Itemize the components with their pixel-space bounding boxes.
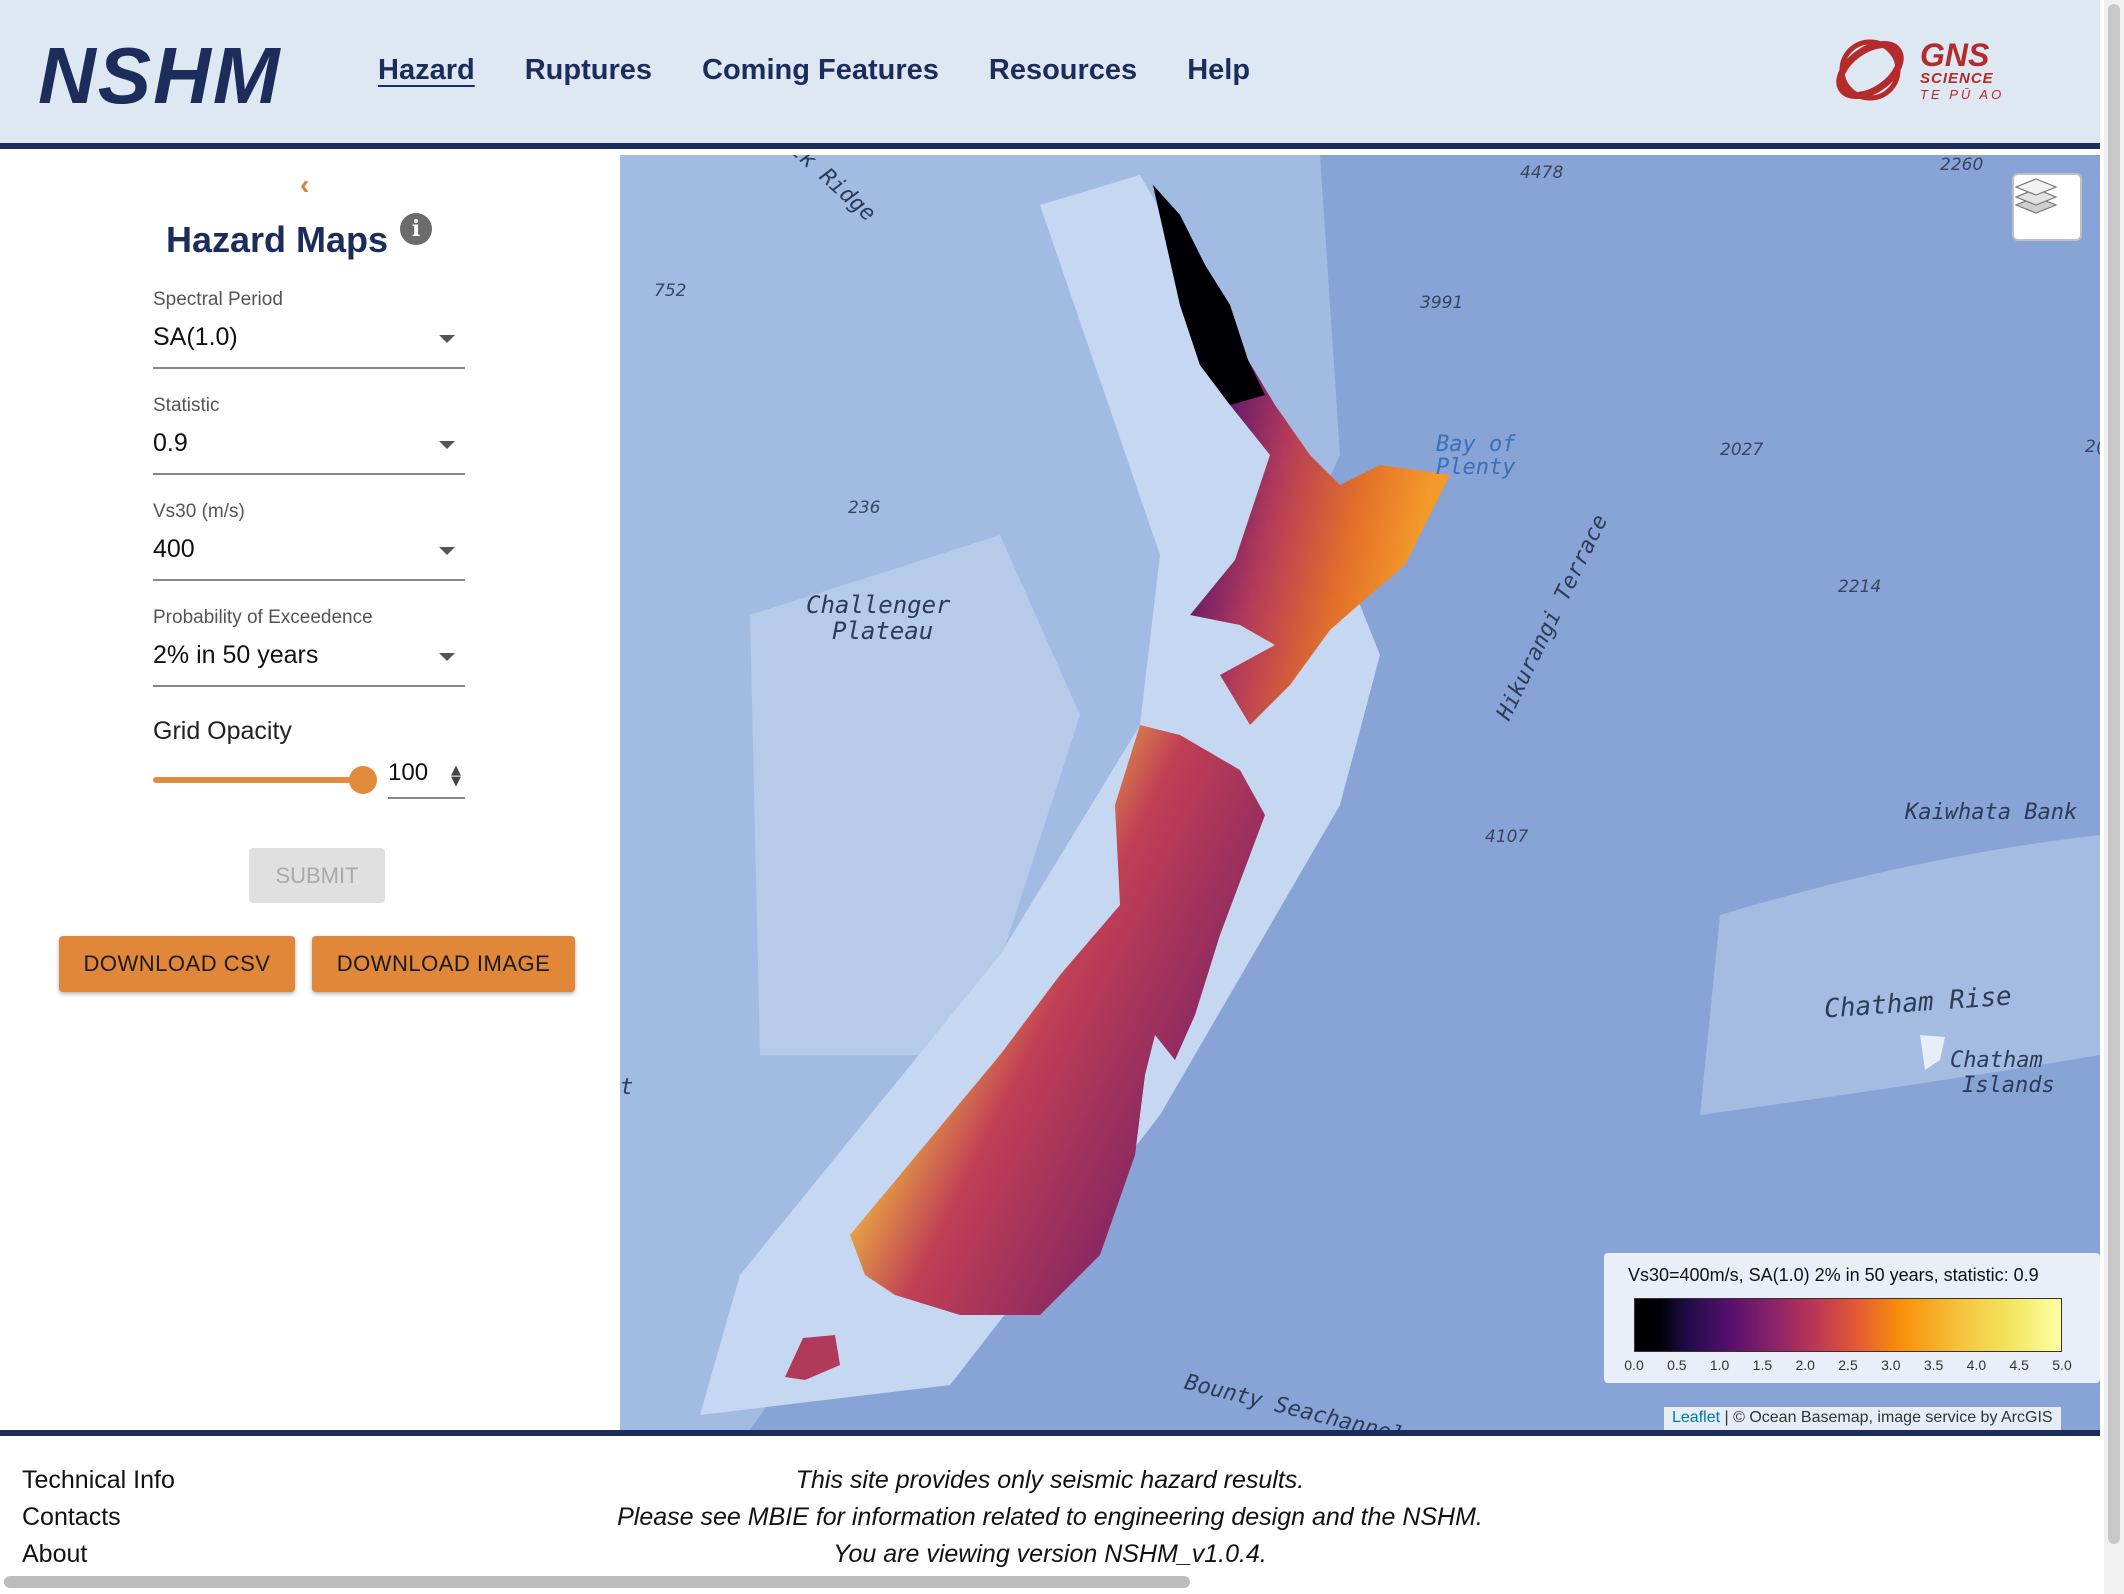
gns-text: GNS <box>1920 37 1990 73</box>
layers-icon <box>2014 178 2058 214</box>
footer: Technical Info Contacts About This site … <box>0 1430 2100 1594</box>
gns-science-logo[interactable]: GNS SCIENCE TE PŪ AO <box>1832 28 2032 112</box>
panel-title: Hazard Maps <box>166 219 389 260</box>
map-label-challenger: Challenger <box>806 591 951 619</box>
download-image-button[interactable]: DOWNLOAD IMAGE <box>312 936 575 992</box>
map-label-edge: t <box>620 1075 634 1100</box>
colorbar-tick: 4.5 <box>2009 1357 2029 1373</box>
colorbar <box>1634 1298 2062 1352</box>
dropdown-arrow-icon[interactable] <box>439 653 455 661</box>
info-icon[interactable]: i <box>400 213 432 245</box>
colorbar-tick: 3.5 <box>1923 1357 1944 1373</box>
map-attribution: Leaflet | © Ocean Basemap, image service… <box>1664 1407 2061 1430</box>
legend-title: Vs30=400m/s, SA(1.0) 2% in 50 years, sta… <box>1628 1265 2039 1285</box>
footer-note-line: Please see MBIE for information related … <box>617 1503 1483 1531</box>
scrollbar-thumb[interactable] <box>2108 4 2120 1544</box>
grid-opacity-value: 100 <box>388 759 429 786</box>
nav-ruptures[interactable]: Ruptures <box>525 54 652 87</box>
footer-version: You are viewing version NSHM_v1.0.4. <box>833 1540 1267 1568</box>
nshm-logo[interactable]: NSHM <box>38 30 282 122</box>
colorbar-tick: 2.5 <box>1838 1357 1858 1373</box>
spectral-period-select[interactable]: SA(1.0) <box>153 323 465 369</box>
footer-link-technical-info[interactable]: Technical Info <box>22 1462 175 1499</box>
gns-atom-icon <box>1836 39 1904 101</box>
spectral-period-field[interactable]: Spectral Period SA(1.0) <box>153 289 465 369</box>
colorbar-tick: 2.0 <box>1795 1357 1815 1373</box>
grid-opacity-label: Grid Opacity <box>153 717 292 745</box>
slider-thumb[interactable] <box>349 766 377 794</box>
gns-tepuao-text: TE PŪ AO <box>1920 87 2004 102</box>
map-label-chatham: Chatham <box>1950 1048 2043 1073</box>
map-label-bay-of: Bay of <box>1436 432 1516 457</box>
poe-field[interactable]: Probability of Exceedence 2% in 50 years <box>153 607 465 687</box>
grid-opacity-input[interactable]: 100 ▲ ▼ <box>388 759 465 799</box>
colorbar-tick: 3.0 <box>1881 1357 1901 1373</box>
horizontal-scrollbar[interactable] <box>4 1576 1190 1588</box>
footer-links: Technical Info Contacts About <box>22 1462 175 1573</box>
spectral-period-value: SA(1.0) <box>153 323 238 351</box>
depth-label: 3991 <box>1420 293 1464 313</box>
depth-label: 2260 <box>1940 155 1984 175</box>
footer-note: This site provides only seismic hazard r… <box>550 1462 1550 1573</box>
nav-resources[interactable]: Resources <box>989 54 1137 87</box>
colorbar-ticks: 0.0 0.5 1.0 1.5 2.0 2.5 3.0 3.5 4.0 4.5 … <box>1624 1357 2071 1375</box>
statistic-select[interactable]: 0.9 <box>153 429 465 475</box>
nav-help[interactable]: Help <box>1187 54 1250 87</box>
depth-label: 2( <box>2085 437 2100 457</box>
statistic-value: 0.9 <box>153 429 188 457</box>
colorbar-tick: 1.5 <box>1752 1357 1773 1373</box>
submit-button[interactable]: SUBMIT <box>249 848 385 903</box>
depth-label: 2214 <box>1838 577 1882 597</box>
nav-hazard[interactable]: Hazard <box>378 54 475 87</box>
colorbar-tick: 0.0 <box>1624 1357 1644 1373</box>
app-window: NSHM Hazard Ruptures Coming Features Res… <box>0 0 2124 1594</box>
map-label-islands: Islands <box>1962 1073 2055 1098</box>
poe-select[interactable]: 2% in 50 years <box>153 641 465 687</box>
depth-label: 752 <box>654 281 687 301</box>
dropdown-arrow-icon[interactable] <box>439 547 455 555</box>
colorbar-legend: Vs30=400m/s, SA(1.0) 2% in 50 years, sta… <box>1604 1253 2100 1383</box>
footer-note-line: This site provides only seismic hazard r… <box>795 1466 1305 1494</box>
map-label-plateau: Plateau <box>832 617 934 645</box>
dropdown-arrow-icon[interactable] <box>439 441 455 449</box>
control-panel: ‹ Hazard Maps i Spectral Period SA(1.0) … <box>0 155 620 1430</box>
vs30-select[interactable]: 400 <box>153 535 465 581</box>
map-canvas <box>620 155 2100 1430</box>
colorbar-tick: 0.5 <box>1667 1357 1687 1373</box>
depth-label: 236 <box>848 498 881 518</box>
colorbar-tick: 1.0 <box>1709 1357 1730 1373</box>
map-label-kaiwhata: Kaiwhata Bank <box>1905 800 2078 825</box>
depth-label: 4107 <box>1485 827 1529 847</box>
depth-label: 2027 <box>1720 440 1764 460</box>
chevron-left-icon[interactable]: ‹ <box>300 169 309 201</box>
vs30-field[interactable]: Vs30 (m/s) 400 <box>153 501 465 581</box>
map-label-plenty: Plenty <box>1436 455 1516 480</box>
footer-link-contacts[interactable]: Contacts <box>22 1499 175 1536</box>
depth-label: 4478 <box>1520 163 1564 183</box>
hazard-map[interactable]: olk Ridge Bay of Plenty Challenger Plate… <box>620 155 2100 1430</box>
vertical-scrollbar[interactable] <box>2104 0 2124 1594</box>
colorbar-tick: 4.0 <box>1966 1357 1987 1373</box>
nav-coming-features[interactable]: Coming Features <box>702 54 939 87</box>
download-csv-button[interactable]: DOWNLOAD CSV <box>59 936 295 992</box>
dropdown-arrow-icon[interactable] <box>439 335 455 343</box>
attribution-text: | © Ocean Basemap, image service by ArcG… <box>1720 1409 2053 1426</box>
footer-link-about[interactable]: About <box>22 1536 175 1573</box>
spectral-period-label: Spectral Period <box>153 289 283 310</box>
vs30-value: 400 <box>153 535 195 563</box>
statistic-field[interactable]: Statistic 0.9 <box>153 395 465 475</box>
leaflet-link[interactable]: Leaflet <box>1672 1409 1720 1426</box>
poe-label: Probability of Exceedence <box>153 607 373 628</box>
grid-opacity-slider[interactable] <box>153 766 377 794</box>
vs30-label: Vs30 (m/s) <box>153 501 245 522</box>
colorbar-tick: 5.0 <box>2052 1357 2072 1373</box>
gns-science-text: SCIENCE <box>1920 70 1994 87</box>
main-nav: Hazard Ruptures Coming Features Resource… <box>378 54 1250 87</box>
layers-button[interactable] <box>2012 173 2082 241</box>
spinner-arrows-icon[interactable]: ▲ ▼ <box>451 764 461 788</box>
statistic-label: Statistic <box>153 395 220 416</box>
top-header: NSHM Hazard Ruptures Coming Features Res… <box>0 0 2100 149</box>
poe-value: 2% in 50 years <box>153 641 319 669</box>
